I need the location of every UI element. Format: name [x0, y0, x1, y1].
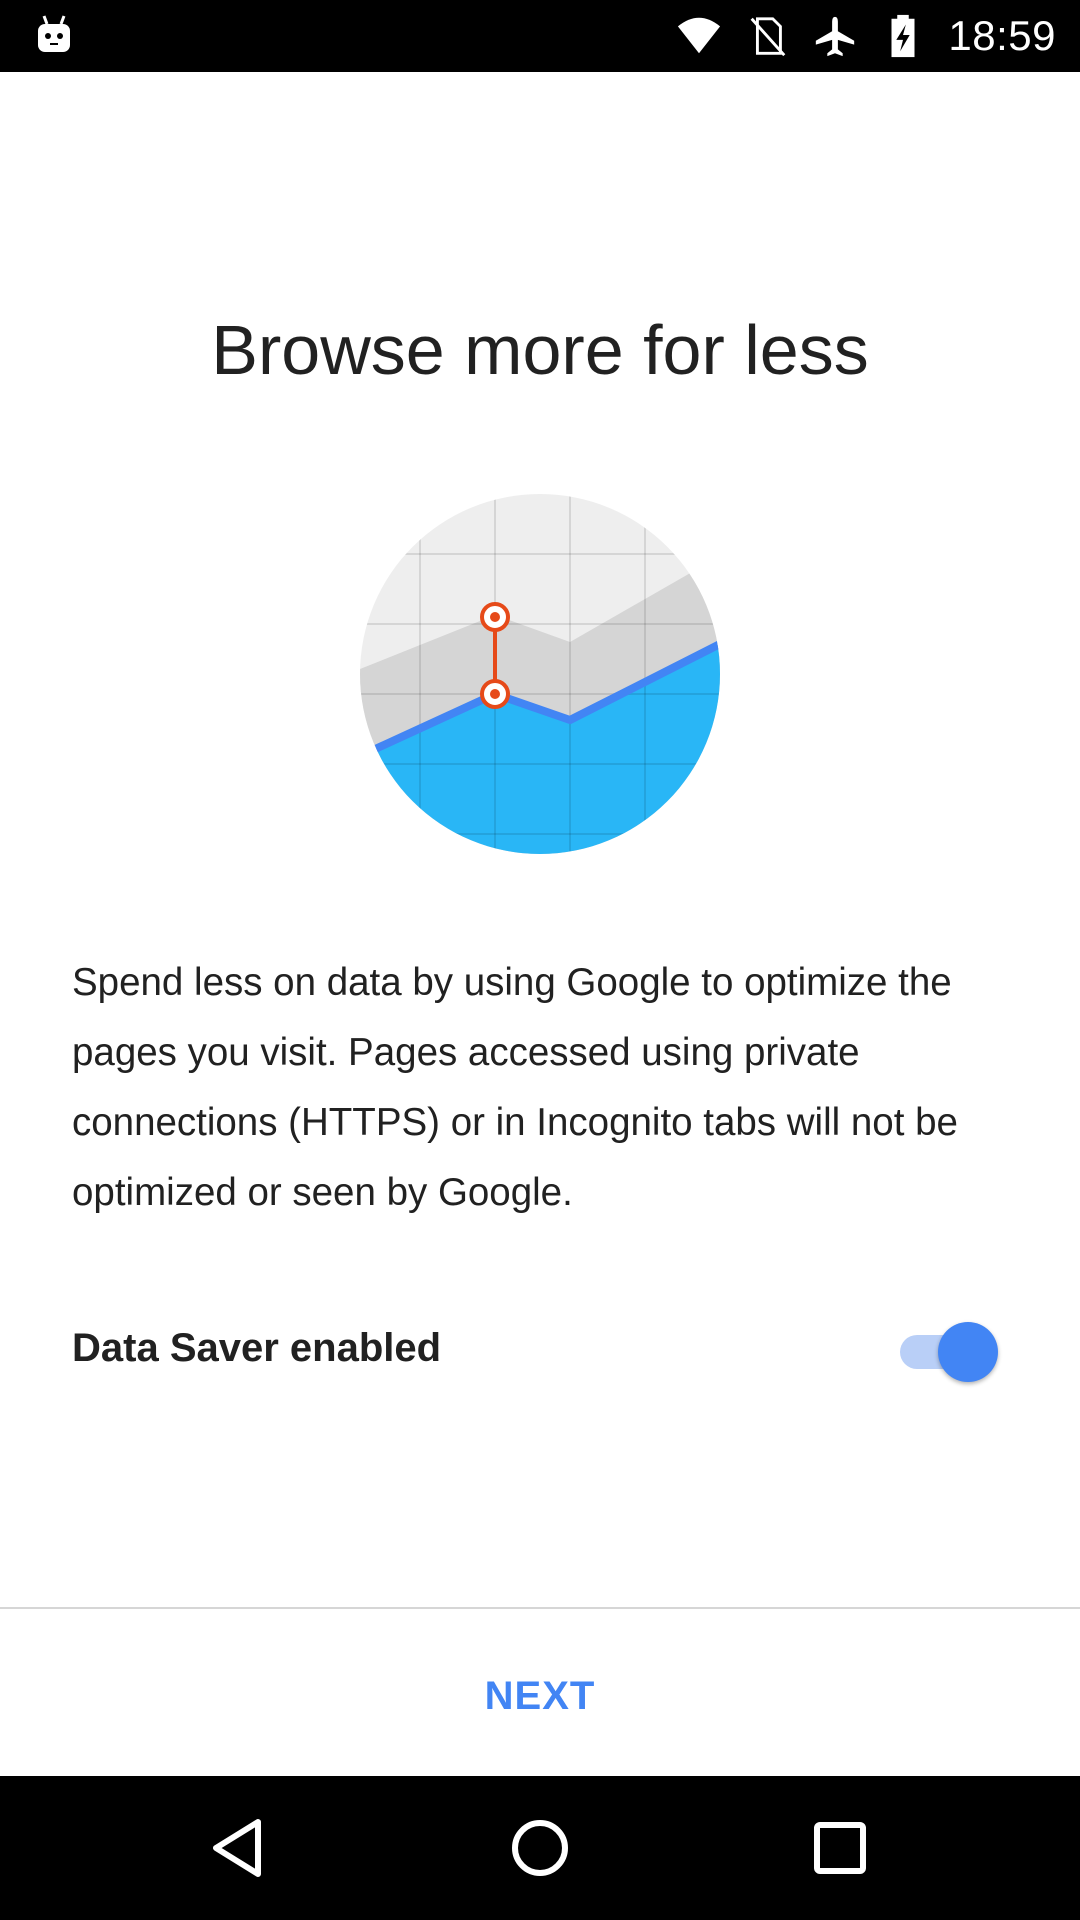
battery-charging-icon: [891, 14, 915, 58]
navigation-bar: [0, 1776, 1080, 1920]
data-saver-toggle-label: Data Saver enabled: [72, 1326, 442, 1370]
airplane-mode-icon: [816, 16, 855, 57]
status-time: 18:59: [948, 12, 1056, 59]
status-icons: 18:59: [676, 0, 1056, 72]
no-sim-icon: [750, 17, 786, 57]
data-saver-toggle[interactable]: [898, 1322, 1002, 1382]
description-text: Spend less on data by using Google to op…: [72, 961, 958, 1214]
status-bar: 18:59: [0, 0, 1080, 72]
wifi-icon: [678, 17, 721, 54]
divider: [0, 1607, 1080, 1609]
page-title: Browse more for less: [211, 311, 869, 389]
recents-icon[interactable]: [800, 1808, 880, 1888]
next-button[interactable]: NEXT: [440, 1660, 640, 1732]
back-icon[interactable]: [200, 1808, 280, 1888]
data-saver-chart-illustration: [360, 494, 720, 854]
android-debug-icon: [38, 15, 70, 52]
home-icon[interactable]: [500, 1808, 580, 1888]
data-saver-promo-screen: 18:59 Browse more for less Spend less on…: [0, 0, 1080, 1920]
toggle-thumb: [938, 1322, 998, 1382]
